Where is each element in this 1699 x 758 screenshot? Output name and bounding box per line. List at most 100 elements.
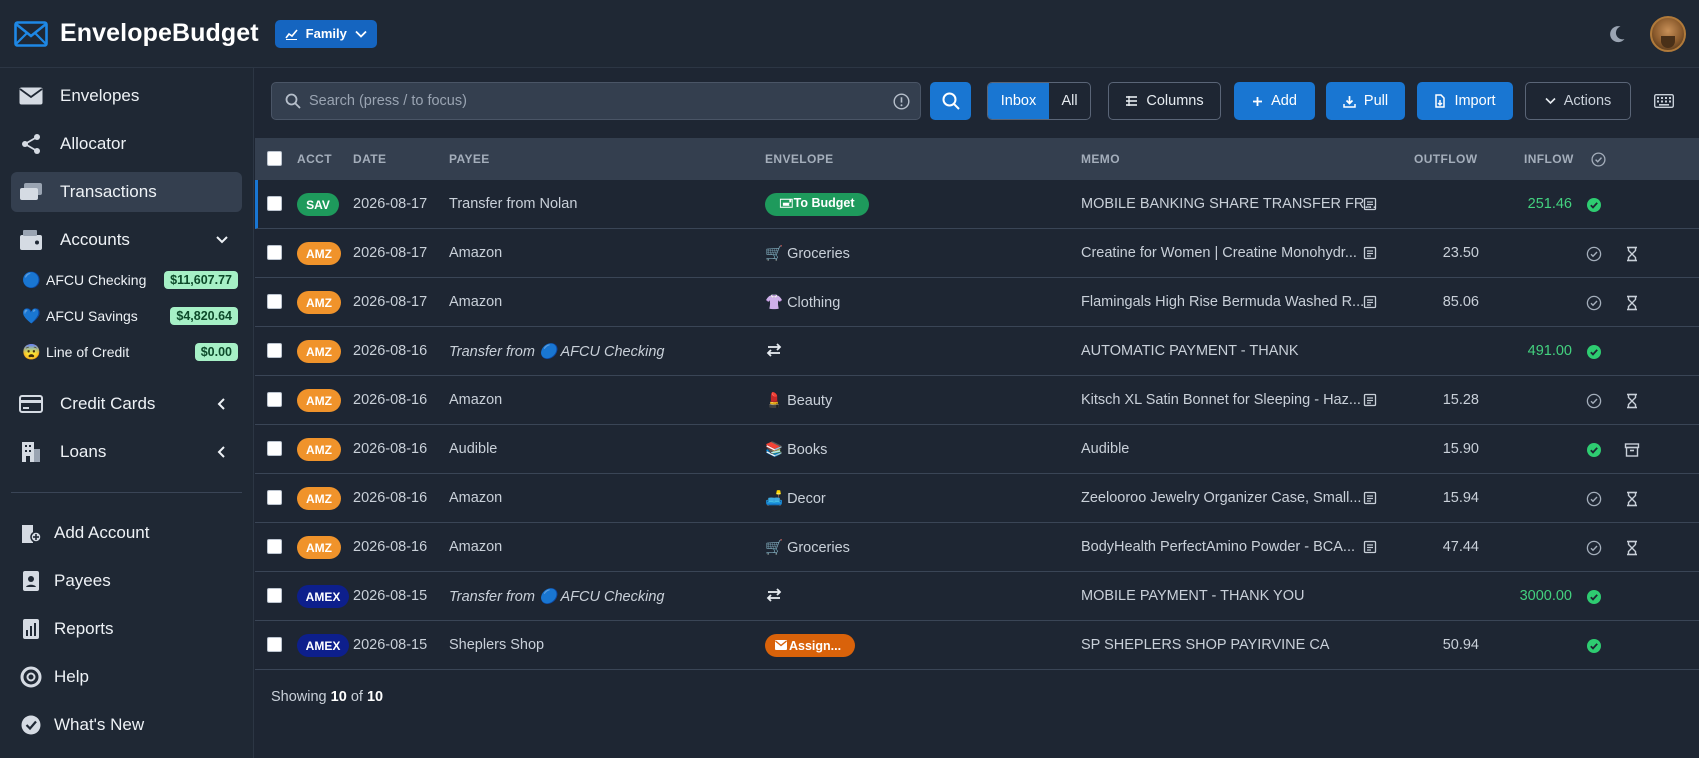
select-all-checkbox[interactable] — [267, 151, 282, 166]
row-envelope[interactable]: 💄 Beauty — [765, 392, 832, 410]
memo-details-icon[interactable] — [1363, 540, 1377, 554]
pending-hourglass-icon[interactable] — [1624, 295, 1640, 311]
search-input[interactable] — [309, 93, 869, 109]
row-payee[interactable]: Amazon — [449, 490, 502, 506]
pending-hourglass-icon[interactable] — [1624, 393, 1640, 409]
row-date[interactable]: 2026-08-15 — [353, 588, 427, 604]
sidebar-item-reports[interactable]: Reports — [11, 609, 242, 649]
sidebar-item-accounts[interactable]: Accounts — [11, 220, 242, 260]
account-badge[interactable]: AMZ — [297, 536, 341, 559]
inbox-tab[interactable]: Inbox — [988, 83, 1049, 119]
row-envelope[interactable]: 👚 Clothing — [765, 294, 840, 312]
row-date[interactable]: 2026-08-16 — [353, 490, 427, 506]
row-memo[interactable]: MOBILE BANKING SHARE TRANSFER FR... — [1081, 196, 1376, 212]
row-outflow[interactable]: 15.94 — [1443, 490, 1479, 506]
add-button[interactable]: Add — [1234, 82, 1315, 120]
row-outflow[interactable]: 15.90 — [1443, 441, 1479, 457]
row-memo[interactable]: Creatine for Women | Creatine Monohydr..… — [1081, 245, 1357, 261]
row-checkbox[interactable] — [267, 343, 282, 358]
actions-dropdown[interactable]: Actions — [1525, 82, 1631, 120]
header-acct[interactable]: ACCT — [297, 152, 332, 166]
account-badge[interactable]: AMZ — [297, 487, 341, 510]
import-button[interactable]: Import — [1417, 82, 1513, 120]
search-button[interactable] — [930, 82, 971, 120]
row-memo[interactable]: BodyHealth PerfectAmino Powder - BCA... — [1081, 539, 1355, 555]
dark-mode-toggle-icon[interactable] — [1607, 24, 1627, 44]
row-payee[interactable]: Amazon — [449, 294, 502, 310]
row-memo[interactable]: SP SHEPLERS SHOP PAYIRVINE CA — [1081, 637, 1329, 653]
row-date[interactable]: 2026-08-16 — [353, 441, 427, 457]
table-row[interactable]: AMZ 2026-08-16 Transfer from 🔵 AFCU Checki… — [255, 327, 1699, 376]
row-date[interactable]: 2026-08-17 — [353, 196, 427, 212]
memo-details-icon[interactable] — [1363, 393, 1377, 407]
sidebar-item-transactions[interactable]: Transactions — [11, 172, 242, 212]
memo-details-icon[interactable] — [1363, 295, 1377, 309]
table-row[interactable]: AMZ 2026-08-16 Audible 📚 Books Audible 15.90 — [255, 425, 1699, 474]
row-date[interactable]: 2026-08-17 — [353, 245, 427, 261]
chevron-down-icon[interactable] — [214, 232, 230, 248]
brand[interactable]: EnvelopeBudget — [14, 19, 259, 48]
row-inflow[interactable]: 491.00 — [1528, 343, 1572, 359]
cleared-check-icon[interactable] — [1586, 344, 1602, 360]
header-payee[interactable]: PAYEE — [449, 152, 490, 166]
sidebar-item-envelopes[interactable]: Envelopes — [11, 76, 242, 116]
row-outflow[interactable]: 50.94 — [1443, 637, 1479, 653]
header-date[interactable]: DATE — [353, 152, 386, 166]
info-icon[interactable] — [893, 93, 910, 110]
account-badge[interactable]: AMEX — [297, 585, 349, 608]
table-row[interactable]: AMZ 2026-08-17 Amazon 🛒 Groceries Creatine fo… — [255, 229, 1699, 278]
row-checkbox[interactable] — [267, 441, 282, 456]
header-outflow[interactable]: OUTFLOW — [1414, 152, 1477, 166]
row-memo[interactable]: Audible — [1081, 441, 1129, 457]
account-badge[interactable]: AMZ — [297, 291, 341, 314]
account-badge[interactable]: AMZ — [297, 242, 341, 265]
row-envelope[interactable]: 📚 Books — [765, 441, 827, 459]
account-line-of-credit[interactable]: 😨 Line of Credit $0.00 — [22, 340, 238, 364]
row-outflow[interactable]: 47.44 — [1443, 539, 1479, 555]
row-payee[interactable]: Transfer from 🔵 AFCU Checking — [449, 343, 664, 360]
table-row[interactable]: AMEX 2026-08-15 Sheplers Shop Assign... SP S… — [255, 621, 1699, 670]
row-checkbox[interactable] — [267, 196, 282, 211]
row-checkbox[interactable] — [267, 588, 282, 603]
cleared-check-icon[interactable] — [1586, 589, 1602, 605]
row-memo[interactable]: Zeelooroo Jewelry Organizer Case, Small.… — [1081, 490, 1361, 506]
pending-hourglass-icon[interactable] — [1624, 491, 1640, 507]
row-outflow[interactable]: 15.28 — [1443, 392, 1479, 408]
keyboard-icon[interactable] — [1654, 94, 1674, 108]
header-envelope[interactable]: ENVELOPE — [765, 152, 834, 166]
row-payee[interactable]: Sheplers Shop — [449, 637, 544, 653]
sidebar-item-help[interactable]: Help — [11, 657, 242, 697]
sidebar-item-whats-new[interactable]: What's New — [11, 705, 242, 745]
uncleared-check-icon[interactable] — [1586, 540, 1602, 556]
row-memo[interactable]: MOBILE PAYMENT - THANK YOU — [1081, 588, 1304, 604]
pull-button[interactable]: Pull — [1326, 82, 1405, 120]
chevron-left-icon[interactable] — [214, 444, 230, 460]
sidebar-item-allocator[interactable]: Allocator — [11, 124, 242, 164]
row-checkbox[interactable] — [267, 539, 282, 554]
row-inflow[interactable]: 251.46 — [1528, 196, 1572, 212]
table-row[interactable]: AMEX 2026-08-15 Transfer from 🔵 AFCU Check… — [255, 572, 1699, 621]
status-check-icon[interactable] — [1591, 152, 1606, 167]
uncleared-check-icon[interactable] — [1586, 295, 1602, 311]
user-avatar[interactable] — [1650, 16, 1686, 52]
chevron-left-icon[interactable] — [214, 396, 230, 412]
row-date[interactable]: 2026-08-16 — [353, 392, 427, 408]
memo-details-icon[interactable] — [1363, 491, 1377, 505]
row-memo[interactable]: Kitsch XL Satin Bonnet for Sleeping - Ha… — [1081, 392, 1361, 408]
cleared-check-icon[interactable] — [1586, 197, 1602, 213]
row-payee[interactable]: Amazon — [449, 539, 502, 555]
budget-selector[interactable]: Family — [274, 19, 377, 48]
sidebar-item-credit-cards[interactable]: Credit Cards — [11, 384, 242, 424]
account-badge[interactable]: AMZ — [297, 389, 341, 412]
row-date[interactable]: 2026-08-16 — [353, 343, 427, 359]
row-payee[interactable]: Amazon — [449, 245, 502, 261]
pending-hourglass-icon[interactable] — [1624, 246, 1640, 262]
account-badge[interactable]: SAV — [297, 193, 339, 216]
row-outflow[interactable]: 23.50 — [1443, 245, 1479, 261]
row-outflow[interactable]: 85.06 — [1443, 294, 1479, 310]
row-envelope[interactable]: 🛒 Groceries — [765, 539, 850, 557]
row-envelope[interactable]: 🛒 Groceries — [765, 245, 850, 263]
row-payee[interactable]: Transfer from Nolan — [449, 196, 577, 212]
sidebar-item-add-account[interactable]: Add Account — [11, 513, 242, 553]
account-afcu-savings[interactable]: 💙 AFCU Savings $4,820.64 — [22, 304, 238, 328]
